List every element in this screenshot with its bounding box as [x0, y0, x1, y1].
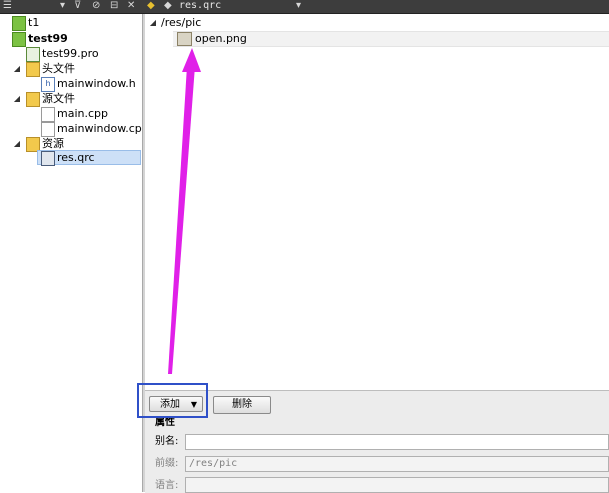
project-tree: t1 test99 test99.pro ◢ 头文件 h mainwindow.… — [0, 14, 149, 492]
alias-label: 别名: — [155, 436, 179, 447]
qrc-file-icon — [41, 151, 55, 166]
resource-prefix-row[interactable]: ◢ /res/pic — [147, 15, 607, 30]
folder-icon — [26, 62, 40, 77]
tree-label: mainwindow.h — [57, 77, 136, 90]
tree-item-mainwindow-h[interactable]: h mainwindow.h — [0, 76, 142, 92]
properties-title: 属性 — [155, 417, 175, 428]
alias-field[interactable] — [185, 434, 609, 450]
tree-item-mainwindow-cpp[interactable]: mainwindow.cpp — [0, 121, 149, 137]
expand-arrow-icon[interactable]: ◢ — [13, 136, 21, 151]
tree-item-headers[interactable]: ◢ 头文件 — [0, 61, 142, 77]
tree-label: t1 — [28, 16, 40, 29]
tree-label: res.qrc — [57, 151, 95, 164]
file-dropdown-icon[interactable]: ▾ — [296, 0, 301, 13]
tree-item-sources[interactable]: ◢ 源文件 — [0, 91, 142, 107]
split-icon[interactable]: ⊟ — [110, 0, 118, 13]
qt-project-icon — [12, 16, 26, 31]
qt-project-icon — [12, 32, 26, 47]
link-icon[interactable]: ⊘ — [92, 0, 100, 13]
folder-icon — [26, 92, 40, 107]
pro-file-icon — [26, 47, 40, 62]
prefix-field[interactable]: /res/pic — [185, 456, 609, 472]
tree-item-resources[interactable]: ◢ 资源 — [0, 136, 142, 152]
tree-label: test99 — [28, 32, 68, 45]
tree-item-t1[interactable]: t1 — [0, 15, 142, 31]
header-file-icon: h — [41, 77, 55, 92]
image-file-icon — [177, 32, 192, 46]
resource-file-row[interactable]: open.png — [173, 31, 609, 47]
tree-label: 头文件 — [42, 62, 75, 75]
cpp-file-icon — [41, 122, 55, 137]
tree-item-res-qrc[interactable]: res.qrc — [37, 150, 141, 166]
open-file-tab[interactable]: res.qrc — [179, 0, 221, 13]
close-icon[interactable]: ✕ — [127, 0, 135, 13]
tree-item-main-cpp[interactable]: main.cpp — [0, 106, 142, 122]
expand-arrow-icon[interactable]: ◢ — [13, 61, 21, 76]
tree-label: 源文件 — [42, 92, 75, 105]
expand-arrow-icon[interactable]: ◢ — [149, 15, 157, 30]
delete-button-label: 删除 — [232, 399, 252, 410]
back-icon[interactable]: ◆ — [147, 0, 155, 13]
project-toolbar: ☰ ▾ ⊽ ⊘ ⊟ ✕ — [0, 0, 142, 13]
tree-label: mainwindow.cpp — [57, 122, 149, 135]
language-label: 语言: — [155, 480, 179, 491]
menu-icon[interactable]: ☰ — [3, 0, 12, 13]
language-field[interactable] — [185, 477, 609, 493]
forward-icon[interactable]: ◆ — [164, 0, 172, 13]
expand-arrow-icon[interactable]: ◢ — [13, 91, 21, 106]
highlight-box — [137, 383, 208, 418]
filter-icon[interactable]: ⊽ — [74, 0, 81, 13]
resource-file-label: open.png — [195, 32, 247, 45]
tree-label: 资源 — [42, 137, 64, 150]
prefix-field-label: 前缀: — [155, 458, 179, 469]
top-toolbar: ☰ ▾ ⊽ ⊘ ⊟ ✕ ◆ ◆ res.qrc ▾ — [0, 0, 609, 14]
prefix-label: /res/pic — [161, 16, 202, 29]
tree-item-test99[interactable]: test99 — [0, 31, 142, 47]
cpp-file-icon — [41, 107, 55, 122]
tree-item-test99-pro[interactable]: test99.pro — [0, 46, 142, 62]
resource-bottom-panel: 添加 ▼ 删除 属性 别名: 前缀: /res/pic 语言: — [145, 390, 609, 493]
delete-button[interactable]: 删除 — [213, 396, 271, 414]
tree-label: main.cpp — [57, 107, 108, 120]
dropdown-arrow-icon[interactable]: ▾ — [60, 0, 65, 13]
resource-editor: ◢ /res/pic open.png — [145, 14, 609, 390]
tree-label: test99.pro — [42, 47, 99, 60]
